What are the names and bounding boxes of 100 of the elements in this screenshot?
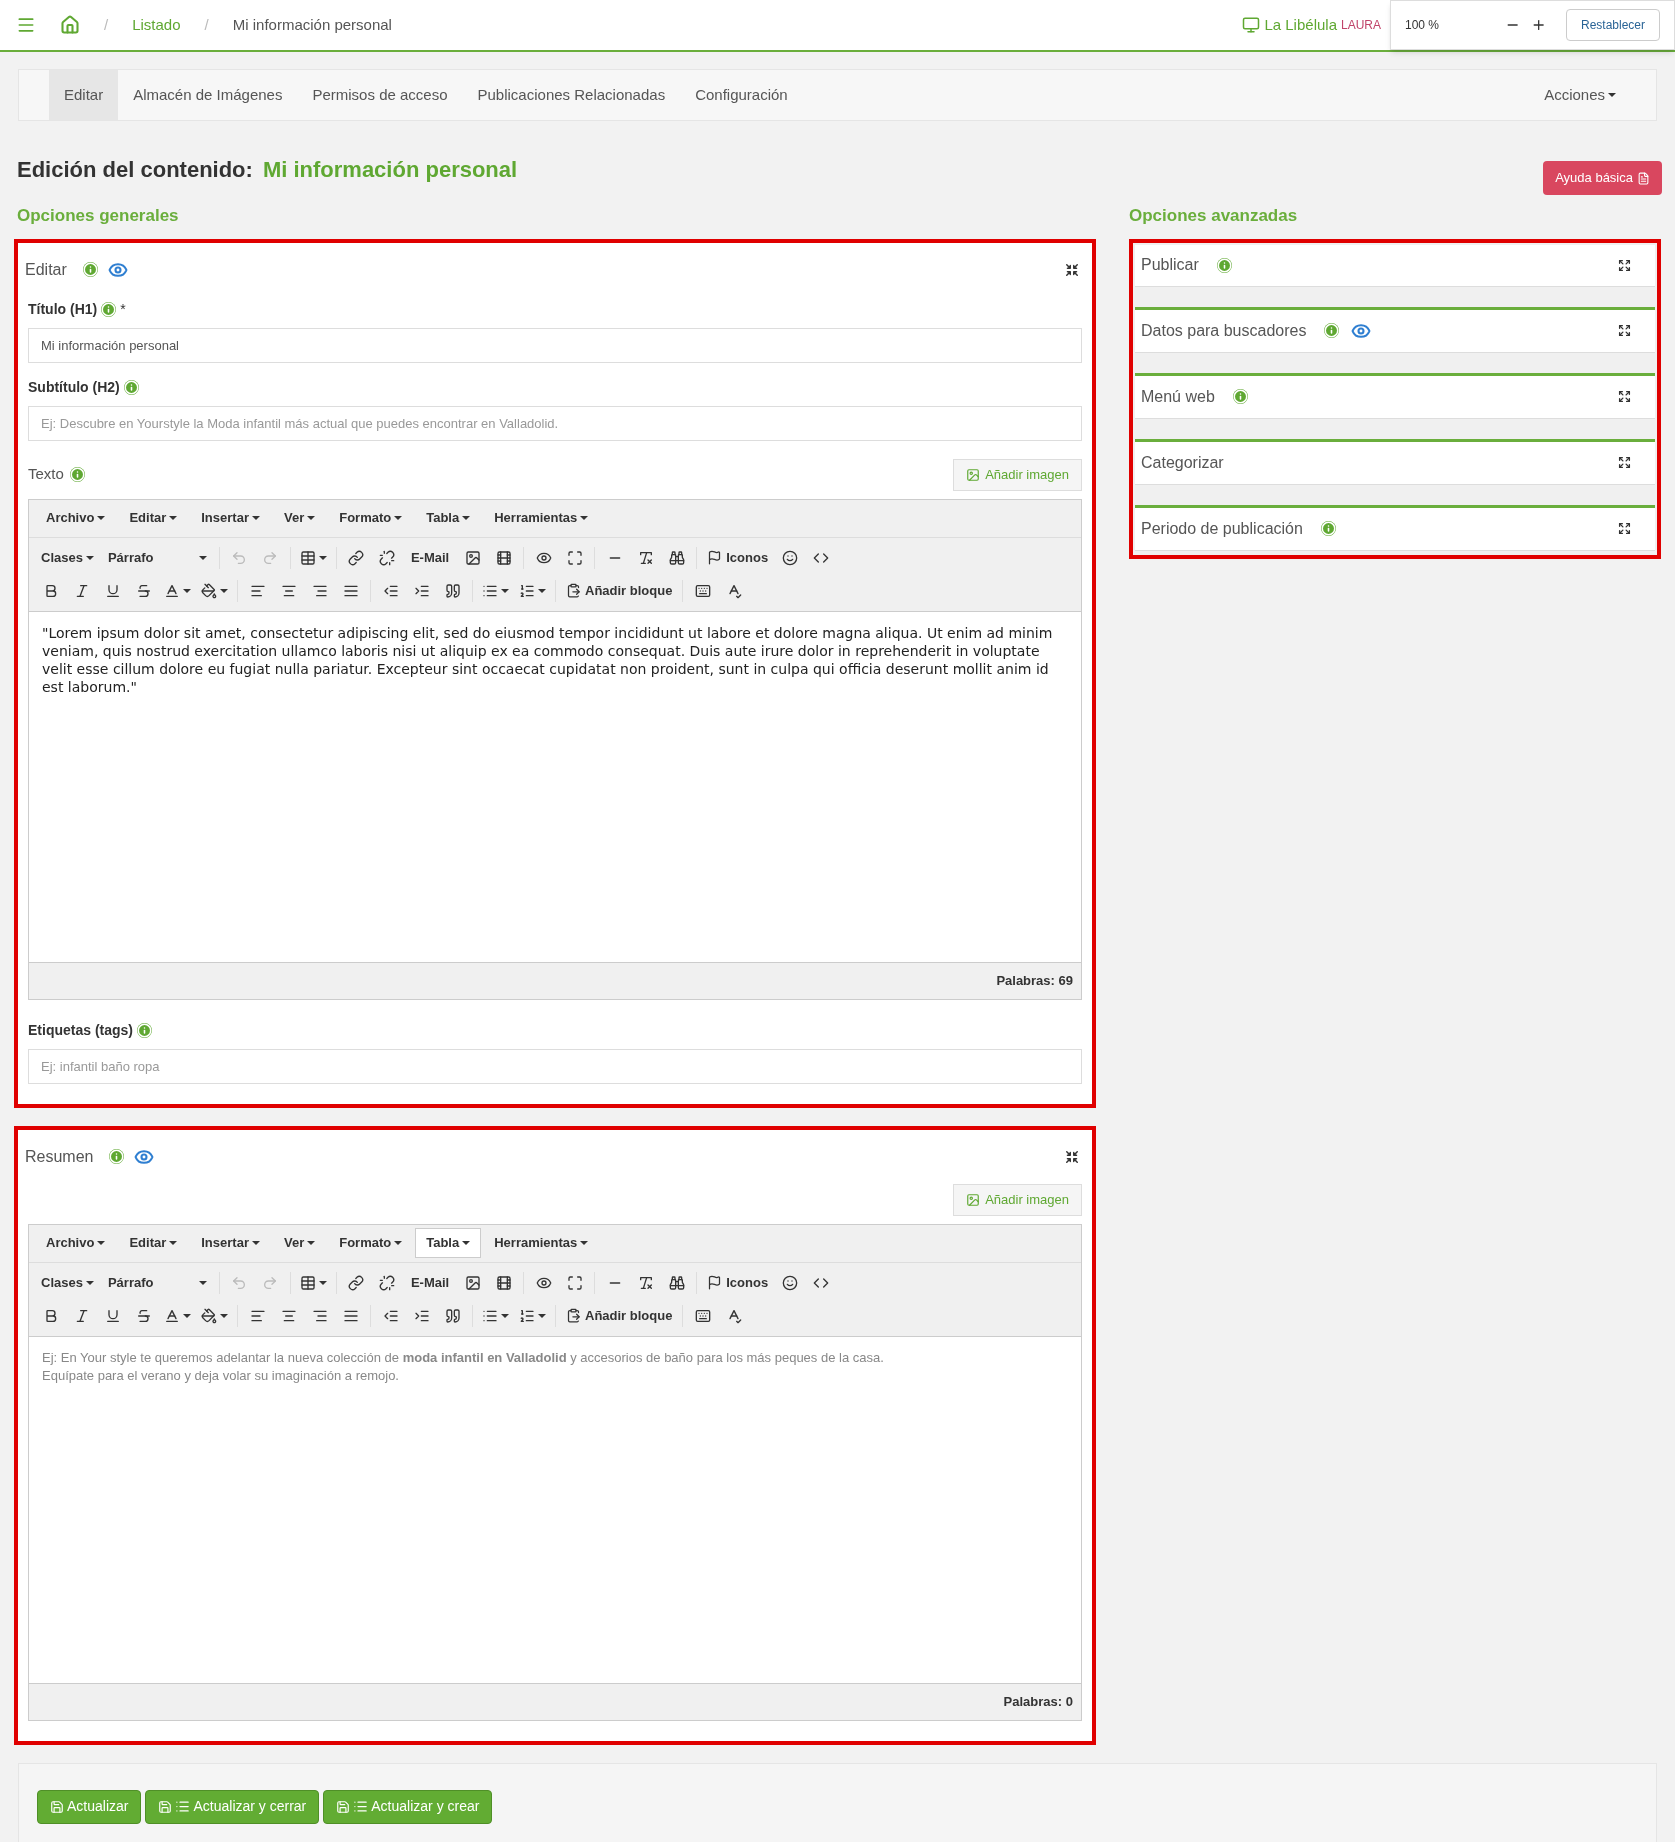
menu-item[interactable]: Formato <box>328 503 414 533</box>
menu-item[interactable]: Editar <box>118 1228 189 1258</box>
actions-dropdown[interactable]: Acciones <box>1544 83 1616 107</box>
help-button[interactable]: Ayuda básica <box>1543 161 1662 195</box>
home-icon[interactable] <box>60 15 80 35</box>
quote-icon[interactable] <box>444 582 461 599</box>
expand-icon[interactable] <box>1618 258 1631 272</box>
icons-button[interactable]: Iconos <box>701 1269 775 1296</box>
menu-item[interactable]: Editar <box>118 503 189 533</box>
menu-item[interactable]: Tabla <box>415 503 482 533</box>
image-icon[interactable] <box>464 549 481 566</box>
quote-icon[interactable] <box>444 1307 461 1324</box>
text-color-icon[interactable] <box>164 1307 180 1324</box>
expand-icon[interactable] <box>1618 390 1631 403</box>
strikethrough-icon[interactable] <box>135 582 152 599</box>
info-icon[interactable] <box>123 379 139 395</box>
accordion-section[interactable]: Periodo de publicación <box>1135 504 1655 551</box>
info-icon[interactable] <box>1232 389 1248 404</box>
caret-icon <box>169 516 178 520</box>
underline-icon[interactable] <box>104 1307 121 1324</box>
menu-item[interactable]: Ver <box>272 503 327 533</box>
clear-format-icon[interactable] <box>637 549 654 566</box>
add-block-button[interactable]: Añadir bloque <box>560 1302 679 1329</box>
underline-icon[interactable] <box>104 582 121 599</box>
tab[interactable]: Permisos de acceso <box>297 70 463 120</box>
info-icon[interactable] <box>69 467 85 482</box>
unlink-icon[interactable] <box>379 549 396 566</box>
tab[interactable]: Almacén de Imágenes <box>118 70 298 120</box>
info-icon[interactable] <box>82 262 98 277</box>
smiley-icon[interactable] <box>781 549 798 566</box>
collapse-icon[interactable] <box>1065 262 1079 277</box>
menu-item[interactable]: Herramientas <box>483 1228 600 1258</box>
fullscreen-icon[interactable] <box>566 549 583 566</box>
film-icon[interactable] <box>495 1274 512 1291</box>
flag-icon <box>707 550 723 565</box>
caret-icon <box>462 1241 471 1245</box>
expand-icon[interactable] <box>1618 522 1631 535</box>
menu-item[interactable]: Insertar <box>190 1228 271 1258</box>
table-icon[interactable] <box>299 549 316 566</box>
menu-item[interactable]: Ver <box>272 1228 327 1258</box>
styles-dropdown[interactable]: Clases <box>35 544 100 571</box>
tab[interactable]: Editar <box>49 70 119 120</box>
menu-item[interactable]: Insertar <box>190 503 271 533</box>
styles-dropdown[interactable]: Clases <box>35 1269 100 1296</box>
menu-item[interactable]: Archivo <box>35 503 117 533</box>
info-icon[interactable] <box>109 1149 125 1164</box>
menu-item[interactable]: Formato <box>328 1228 414 1258</box>
link-icon[interactable] <box>348 1274 365 1291</box>
accordion-section[interactable]: Datos para buscadores <box>1135 306 1655 353</box>
keyboard-icon[interactable] <box>694 582 711 599</box>
zoom-value: 100 % <box>1405 17 1441 34</box>
unlink-icon[interactable] <box>379 1274 396 1291</box>
smiley-icon[interactable] <box>781 1274 798 1291</box>
caret-icon <box>538 588 546 593</box>
add-block-button[interactable]: Añadir bloque <box>560 577 679 604</box>
accordion-section[interactable]: Publicar <box>1135 244 1655 287</box>
reset-button[interactable]: Restablecer <box>1565 9 1660 41</box>
binoculars-icon[interactable] <box>668 1274 685 1291</box>
collapse-icon[interactable] <box>1065 1149 1079 1164</box>
info-icon[interactable] <box>1324 323 1340 338</box>
image-icon[interactable] <box>464 1274 481 1291</box>
link-icon[interactable] <box>348 549 365 566</box>
text-color-icon[interactable] <box>164 582 180 599</box>
paint-bucket-icon[interactable] <box>201 1307 217 1324</box>
format-dropdown[interactable]: Párrafo <box>99 544 215 571</box>
caret-icon <box>318 555 327 560</box>
menu-icon[interactable] <box>16 15 36 35</box>
format-dropdown[interactable]: Párrafo <box>99 1269 215 1296</box>
accordion-section[interactable]: Categorizar <box>1135 438 1655 485</box>
accordion-section[interactable]: Menú web <box>1135 372 1655 419</box>
icons-button[interactable]: Iconos <box>701 544 775 571</box>
caret-icon <box>220 588 228 593</box>
binoculars-icon[interactable] <box>668 549 685 566</box>
menu-item[interactable]: Archivo <box>35 1228 117 1258</box>
user-name: LAURA <box>1341 17 1381 34</box>
strikethrough-icon[interactable] <box>135 1307 152 1324</box>
text-input[interactable]: Ej: Descubre en Yourstyle la Moda infantil más actual que puedes encontrar en Valladolid. <box>28 405 1082 441</box>
menu-item[interactable]: Tabla <box>415 1228 482 1258</box>
info-icon[interactable] <box>101 301 117 317</box>
tab[interactable]: Configuración <box>680 70 803 120</box>
clear-format-icon[interactable] <box>637 1274 654 1291</box>
expand-icon[interactable] <box>1618 324 1631 337</box>
email-button[interactable]: E-Mail <box>402 1269 458 1296</box>
keyboard-icon[interactable] <box>694 1307 711 1324</box>
tags-input[interactable]: Ej: infantil baño ropa <box>28 1048 1082 1084</box>
numbered-list-icon[interactable] <box>519 582 535 599</box>
info-icon[interactable] <box>1216 257 1232 273</box>
paint-bucket-icon[interactable] <box>201 582 217 599</box>
table-icon[interactable] <box>299 1274 316 1291</box>
fullscreen-icon[interactable] <box>566 1274 583 1291</box>
tab[interactable]: Publicaciones Relacionadas <box>462 70 681 120</box>
info-icon[interactable] <box>1320 521 1336 536</box>
numbered-list-icon[interactable] <box>519 1307 535 1324</box>
text-input[interactable]: Mi información personal <box>28 327 1082 363</box>
menu-item[interactable]: Herramientas <box>483 503 600 533</box>
expand-icon[interactable] <box>1618 456 1631 469</box>
email-button[interactable]: E-Mail <box>402 544 458 571</box>
word-count: Palabras: 0 <box>1003 1692 1073 1711</box>
info-icon[interactable] <box>137 1022 152 1038</box>
film-icon[interactable] <box>495 549 512 566</box>
